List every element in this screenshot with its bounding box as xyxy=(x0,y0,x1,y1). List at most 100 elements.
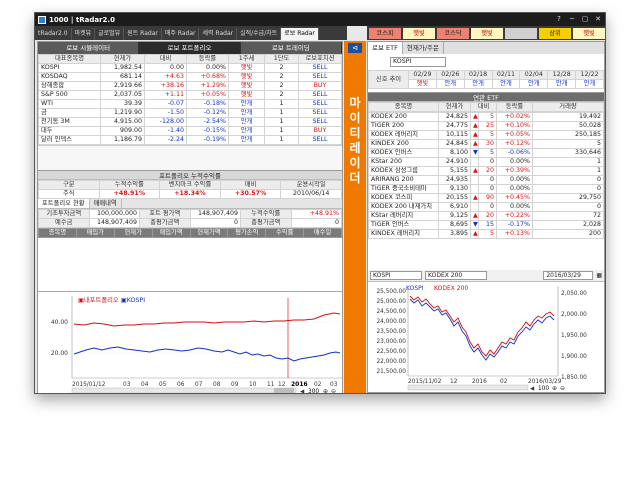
col-header[interactable]: 대비 xyxy=(470,102,497,112)
left-subtabs: 로보 시뮬레이터 로보 포트폴리오 로보 트레이딩 xyxy=(38,42,342,54)
table-row[interactable]: KOSDAQ 681.14 +4.63 +0.68% 햇빛 2 SELL xyxy=(38,72,342,82)
col-header[interactable]: 평가손익 xyxy=(227,228,267,238)
help-icon[interactable]: ? xyxy=(554,14,564,24)
etf-change: 25 xyxy=(478,121,497,131)
table-row[interactable]: KINDEX 200 24,845 ▲ 30 +0.12% 5 xyxy=(368,139,604,149)
tab-robo-etf[interactable]: 로보 ETF xyxy=(368,42,403,54)
maximize-icon[interactable]: ▢ xyxy=(580,14,590,24)
etf-volume: 0 xyxy=(532,202,604,212)
col-header: 매비 xyxy=(219,180,282,190)
tab-earnings[interactable]: 실적/수급/차트 xyxy=(237,28,282,40)
kospi-select[interactable]: KOSPI xyxy=(390,57,446,67)
x-tick: 11 xyxy=(267,382,275,388)
col-header[interactable]: 수익률 xyxy=(265,228,305,238)
col-header[interactable]: 종목명 xyxy=(368,102,439,112)
col-header[interactable]: 현재가 xyxy=(100,54,145,64)
market-top-button[interactable]: 상위 xyxy=(539,27,571,39)
chart-date-field[interactable]: 2016/03/29 xyxy=(543,271,594,280)
app-icon xyxy=(38,15,46,24)
close-icon[interactable]: ✕ xyxy=(593,14,603,24)
etf-name: TIGER 200 xyxy=(368,121,439,131)
etf-rate: +0.12% xyxy=(496,139,533,149)
kospi-etf-chart[interactable]: KOSPI KODEX 200 2016/03/29 ▦ KOSPI KODEX… xyxy=(368,270,604,393)
table-row[interactable]: ARIRANG 200 24,935 0 0.00% 0 xyxy=(368,175,604,185)
col-header[interactable]: 대표종목명 xyxy=(38,54,101,64)
chart-etf-field[interactable]: KODEX 200 xyxy=(425,271,487,280)
col-header[interactable]: 종목명 xyxy=(38,228,77,238)
tab-week-radar[interactable]: 매주 Radar xyxy=(162,28,200,40)
col-header: 구분 xyxy=(38,180,100,190)
tab-want-radar[interactable]: 원트 Radar xyxy=(124,28,162,40)
table-row[interactable]: KODEX 200 내재가치 6,910 0 0.00% 0 xyxy=(368,202,604,212)
signal-date: 02/11 xyxy=(491,70,521,80)
table-row[interactable]: TIGER 200 24,775 ▲ 25 +0.10% 50,028 xyxy=(368,121,604,131)
signal-date: 12/28 xyxy=(547,70,577,80)
table-row[interactable]: 대두 909.00 -1.40 -0.15% 안개 1 BUY xyxy=(38,126,342,136)
tab-tradar[interactable]: tRadar2.0 xyxy=(35,28,72,40)
table-row[interactable]: TIGER 인버스 8,695 ▼ 15 -0.17% 2,028 xyxy=(368,220,604,230)
table-row[interactable]: WTI 39.39 -0.07 -0.18% 안개 1 SELL xyxy=(38,99,342,109)
mighty-radar-strip[interactable]: ⊲ 마이티레이더 xyxy=(344,41,366,393)
calendar-icon[interactable]: ▦ xyxy=(596,272,602,279)
stock-rate: -0.12% xyxy=(186,108,229,118)
table-row[interactable]: KODEX 코스피 20,155 ▲ 90 +0.45% 29,750 xyxy=(368,193,604,203)
col-header[interactable]: 현재가액 xyxy=(189,228,229,238)
col-header[interactable]: 1단도 xyxy=(264,54,299,64)
stock-rate: -0.15% xyxy=(186,126,229,136)
signal-value: 안개 xyxy=(519,79,549,89)
market-kospi-button[interactable]: 코스피 xyxy=(369,27,401,39)
col-header[interactable]: 현재가 xyxy=(113,228,153,238)
etf-change: 15 xyxy=(478,220,497,230)
table-row[interactable]: KINDEX 레버리지 3,895 ▲ 5 +0.13% 200 xyxy=(368,229,604,239)
table-row[interactable]: KODEX 인버스 8,100 ▼ 5 -0.06% 330,646 xyxy=(368,148,604,158)
table-row[interactable]: 금 1,219.90 -1.50 -0.12% 안개 1 SELL xyxy=(38,108,342,118)
tab-robo-portfolio[interactable]: 로보 포트폴리오 xyxy=(139,42,241,54)
table-row[interactable]: KStar 200 24,910 0 0.00% 1 xyxy=(368,157,604,167)
y-tick: 40.00 xyxy=(51,319,68,326)
etf-direction-icon: ▲ xyxy=(470,130,479,140)
col-header[interactable]: 1주세 xyxy=(228,54,265,64)
table-row[interactable]: TIGER 중국소비테마 9,130 0 0.00% 0 xyxy=(368,184,604,194)
chart-symbol-field[interactable]: KOSPI xyxy=(370,271,422,280)
col-header[interactable]: 매수일 xyxy=(303,228,342,238)
tab-trade-history[interactable]: 매매내역 xyxy=(90,199,122,208)
market-signal-bar: 코스피 햇빛 코스닥 햇빛 상위 햇빛 xyxy=(367,26,605,40)
col-header[interactable]: 등락률 xyxy=(186,54,229,64)
y-tick: 1,900.00 xyxy=(561,354,587,360)
tab-marketview[interactable]: 마켓뷰 xyxy=(72,28,96,40)
table-row[interactable]: S&P 500 2,037.05 +1.11 +0.05% 햇빛 2 SELL xyxy=(38,90,342,100)
tab-portfolio-status[interactable]: 포트폴리오 현황 xyxy=(38,199,90,208)
tab-robo-radar[interactable]: 로보 Radar xyxy=(281,28,319,40)
tab-robo-simulator[interactable]: 로보 시뮬레이터 xyxy=(38,42,140,54)
table-row[interactable]: KODEX 레버리지 10,115 ▲ 5 +0.05% 250,185 xyxy=(368,130,604,140)
col-header[interactable]: 매입가 xyxy=(75,228,115,238)
col-header[interactable]: 대비 xyxy=(144,54,187,64)
tab-robo-trading[interactable]: 로보 트레이딩 xyxy=(240,42,342,54)
zoom-out-icon: ⊖ xyxy=(560,385,565,392)
col-header[interactable]: 현재가 xyxy=(438,102,471,112)
stock-level: 2 xyxy=(264,63,299,73)
tab-globalview[interactable]: 글로벌뷰 xyxy=(95,28,125,40)
table-row[interactable]: KStar 레버리지 9,125 ▲ 20 +0.22% 72 xyxy=(368,211,604,221)
tab-force-radar[interactable]: 세력 Radar xyxy=(199,28,238,40)
table-row[interactable]: 상해종합 2,919.66 +38.16 +1.29% 햇빛 2 BUY xyxy=(38,81,342,91)
col-header[interactable]: 로보포지션 xyxy=(298,54,342,64)
etf-rate: +0.13% xyxy=(496,229,533,239)
etf-rate: +0.45% xyxy=(496,193,533,203)
tab-price-order[interactable]: 현재가/주문 xyxy=(403,42,444,54)
etf-direction-icon: ▲ xyxy=(470,211,479,221)
table-row[interactable]: 달러 인덱스 1,186.79 -2.24 -0.19% 안개 1 SELL xyxy=(38,135,342,145)
table-row[interactable]: KOSPI 1,982.54 0.00 0.00% 햇빛 2 SELL xyxy=(38,63,342,73)
table-row[interactable]: KODEX 200 24,825 ▲ 5 +0.02% 19,492 xyxy=(368,112,604,122)
collapse-icon[interactable]: ⊲ xyxy=(348,43,362,53)
col-header[interactable]: 거래량 xyxy=(532,102,604,112)
portfolio-chart[interactable]: ▣내포트폴리오 ▣KOSPI 40.00 20.00 2015/01/12 03… xyxy=(38,291,342,393)
x-tick: 09 xyxy=(231,382,239,388)
y-tick: 22,000.00 xyxy=(376,359,406,365)
col-header[interactable]: 등락률 xyxy=(496,102,533,112)
market-kosdaq-button[interactable]: 코스닥 xyxy=(437,27,469,39)
col-header[interactable]: 매입가액 xyxy=(151,228,191,238)
table-row[interactable]: 전기동 3M 4,915.00 -128.00 -2.54% 안개 1 SELL xyxy=(38,117,342,127)
table-row[interactable]: KODEX 삼성그룹 5,155 ▲ 20 +0.39% 1 xyxy=(368,166,604,176)
minimize-icon[interactable]: ─ xyxy=(567,14,577,24)
